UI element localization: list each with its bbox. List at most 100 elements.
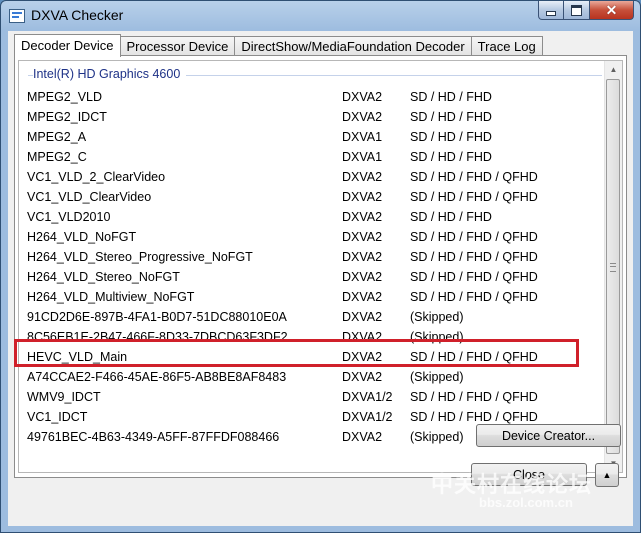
- close-window-button[interactable]: ✕: [590, 1, 634, 20]
- minimize-icon: [546, 10, 556, 16]
- decoder-row[interactable]: H264_VLD_NoFGT DXVA2 SD / HD / FHD / QFHD: [19, 227, 604, 247]
- decoder-api: DXVA1: [342, 130, 383, 144]
- decoder-name: MPEG2_IDCT: [27, 110, 107, 124]
- grip-icon: [610, 262, 616, 272]
- maximize-button[interactable]: [564, 1, 590, 20]
- decoder-name: H264_VLD_Multiview_NoFGT: [27, 290, 195, 304]
- decoder-resolutions: SD / HD / FHD / QFHD: [410, 290, 538, 304]
- decoder-api: DXVA2: [342, 190, 383, 204]
- app-icon: [9, 9, 25, 23]
- close-button[interactable]: Close: [471, 463, 587, 486]
- scroll-up-icon[interactable]: ▲: [605, 61, 622, 78]
- decoder-name: H264_VLD_Stereo_Progressive_NoFGT: [27, 250, 253, 264]
- vertical-scrollbar[interactable]: ▲ ▼: [604, 61, 622, 472]
- device-creator-button[interactable]: Device Creator...: [476, 424, 621, 447]
- decoder-rows: MPEG2_VLD DXVA2 SD / HD / FHD MPEG2_IDCT DXV…: [19, 87, 604, 447]
- decoder-name: HEVC_VLD_Main: [27, 350, 128, 364]
- decoder-resolutions: (Skipped): [410, 330, 464, 344]
- decoder-name: VC1_VLD2010: [27, 210, 111, 224]
- decoder-api: DXVA2: [342, 210, 383, 224]
- decoder-api: DXVA2: [342, 110, 383, 124]
- decoder-resolutions: SD / HD / FHD: [410, 130, 492, 144]
- decoder-name: MPEG2_C: [27, 150, 87, 164]
- decoder-name: MPEG2_A: [27, 130, 87, 144]
- client-area: Decoder Device Processor Device DirectSh…: [8, 31, 633, 526]
- decoder-row[interactable]: MPEG2_C DXVA1 SD / HD / FHD: [19, 147, 604, 167]
- decoder-row[interactable]: HEVC_VLD_Main DXVA2 SD / HD / FHD / QFHD: [19, 347, 604, 367]
- maximize-icon: [571, 4, 582, 16]
- decoder-row[interactable]: MPEG2_VLD DXVA2 SD / HD / FHD: [19, 87, 604, 107]
- decoder-name: 91CD2D6E-897B-4FA1-B0D7-51DC88010E0A: [27, 310, 287, 324]
- tab-directshow-mediafoundation-decoder[interactable]: DirectShow/MediaFoundation Decoder: [234, 36, 472, 56]
- decoder-name: VC1_VLD_ClearVideo: [27, 190, 152, 204]
- decoder-name: 49761BEC-4B63-4349-A5FF-87FFDF088466: [27, 430, 280, 444]
- app-window: DXVA Checker ✕ Decoder Device Processor …: [0, 0, 641, 533]
- decoder-row[interactable]: MPEG2_IDCT DXVA2 SD / HD / FHD: [19, 107, 604, 127]
- decoder-resolutions: SD / HD / FHD / QFHD: [410, 230, 538, 244]
- decoder-resolutions: SD / HD / FHD / QFHD: [410, 390, 538, 404]
- decoder-row[interactable]: A74CCAE2-F466-45AE-86F5-AB8BE8AF8483 DXVA…: [19, 367, 604, 387]
- tab-processor-device[interactable]: Processor Device: [119, 36, 236, 56]
- tab-trace-log[interactable]: Trace Log: [470, 36, 543, 56]
- decoder-resolutions: SD / HD / FHD / QFHD: [410, 410, 538, 424]
- chevron-up-icon: ▲: [602, 470, 612, 480]
- decoder-api: DXVA2: [342, 330, 383, 344]
- tab-decoder-device[interactable]: Decoder Device: [14, 34, 121, 57]
- decoder-api: DXVA2: [342, 270, 383, 284]
- decoder-resolutions: SD / HD / FHD: [410, 90, 492, 104]
- minimize-button[interactable]: [538, 1, 564, 20]
- decoder-resolutions: SD / HD / FHD: [410, 210, 492, 224]
- decoder-name: A74CCAE2-F466-45AE-86F5-AB8BE8AF8483: [27, 370, 287, 384]
- decoder-api: DXVA2: [342, 230, 383, 244]
- decoder-resolutions: (Skipped): [410, 430, 464, 444]
- decoder-row[interactable]: VC1_VLD2010 DXVA2 SD / HD / FHD: [19, 207, 604, 227]
- decoder-name: VC1_IDCT: [27, 410, 88, 424]
- title-bar[interactable]: DXVA Checker ✕: [1, 1, 640, 31]
- decoder-resolutions: SD / HD / FHD / QFHD: [410, 170, 538, 184]
- caption-buttons: ✕: [538, 1, 634, 21]
- decoder-row[interactable]: WMV9_IDCT DXVA1/2 SD / HD / FHD / QFHD: [19, 387, 604, 407]
- decoder-row[interactable]: H264_VLD_Stereo_NoFGT DXVA2 SD / HD / FHD …: [19, 267, 604, 287]
- decoder-resolutions: (Skipped): [410, 370, 464, 384]
- tab-page-decoder-device: Intel(R) HD Graphics 4600 MPEG2_VLD DXVA2…: [14, 55, 627, 478]
- decoder-api: DXVA2: [342, 250, 383, 264]
- decoder-api: DXVA1/2: [342, 410, 393, 424]
- decoder-name: MPEG2_VLD: [27, 90, 103, 104]
- decoder-resolutions: SD / HD / FHD / QFHD: [410, 190, 538, 204]
- decoder-row[interactable]: H264_VLD_Multiview_NoFGT DXVA2 SD / HD / F…: [19, 287, 604, 307]
- decoder-name: 8C56EB1E-2B47-466F-8D33-7DBCD63F3DF2: [27, 330, 288, 344]
- group-label: Intel(R) HD Graphics 4600: [33, 67, 187, 81]
- decoder-name: WMV9_IDCT: [27, 390, 101, 404]
- decoder-name: H264_VLD_NoFGT: [27, 230, 137, 244]
- group-header: Intel(R) HD Graphics 4600: [28, 67, 602, 83]
- decoder-api: DXVA2: [342, 310, 383, 324]
- close-icon: ✕: [605, 2, 618, 18]
- decoder-resolutions: SD / HD / FHD / QFHD: [410, 350, 538, 364]
- decoder-api: DXVA2: [342, 290, 383, 304]
- decoder-name: H264_VLD_Stereo_NoFGT: [27, 270, 180, 284]
- decoder-api: DXVA2: [342, 350, 383, 364]
- decoder-name: VC1_VLD_2_ClearVideo: [27, 170, 166, 184]
- decoder-api: DXVA2: [342, 170, 383, 184]
- decoder-api: DXVA1: [342, 150, 383, 164]
- decoder-api: DXVA2: [342, 90, 383, 104]
- decoder-resolutions: SD / HD / FHD: [410, 110, 492, 124]
- decoder-api: DXVA1/2: [342, 390, 393, 404]
- decoder-row[interactable]: 91CD2D6E-897B-4FA1-B0D7-51DC88010E0A DXVA…: [19, 307, 604, 327]
- decoder-api: DXVA2: [342, 370, 383, 384]
- window-title: DXVA Checker: [31, 7, 124, 23]
- decoder-resolutions: (Skipped): [410, 310, 464, 324]
- decoder-row[interactable]: 8C56EB1E-2B47-466F-8D33-7DBCD63F3DF2 DXVA…: [19, 327, 604, 347]
- decoder-row[interactable]: VC1_VLD_ClearVideo DXVA2 SD / HD / FHD / Q…: [19, 187, 604, 207]
- decoder-row[interactable]: H264_VLD_Stereo_Progressive_NoFGT DXVA2 SD…: [19, 247, 604, 267]
- tab-strip: Decoder Device Processor Device DirectSh…: [14, 33, 543, 57]
- scrollbar-thumb[interactable]: [606, 79, 620, 454]
- decoder-list[interactable]: Intel(R) HD Graphics 4600 MPEG2_VLD DXVA2…: [18, 60, 623, 473]
- decoder-resolutions: SD / HD / FHD: [410, 150, 492, 164]
- decoder-resolutions: SD / HD / FHD / QFHD: [410, 270, 538, 284]
- decoder-row[interactable]: MPEG2_A DXVA1 SD / HD / FHD: [19, 127, 604, 147]
- decoder-row[interactable]: VC1_VLD_2_ClearVideo DXVA2 SD / HD / FHD /…: [19, 167, 604, 187]
- expand-toggle-button[interactable]: ▲: [595, 463, 619, 487]
- decoder-resolutions: SD / HD / FHD / QFHD: [410, 250, 538, 264]
- decoder-api: DXVA2: [342, 430, 383, 444]
